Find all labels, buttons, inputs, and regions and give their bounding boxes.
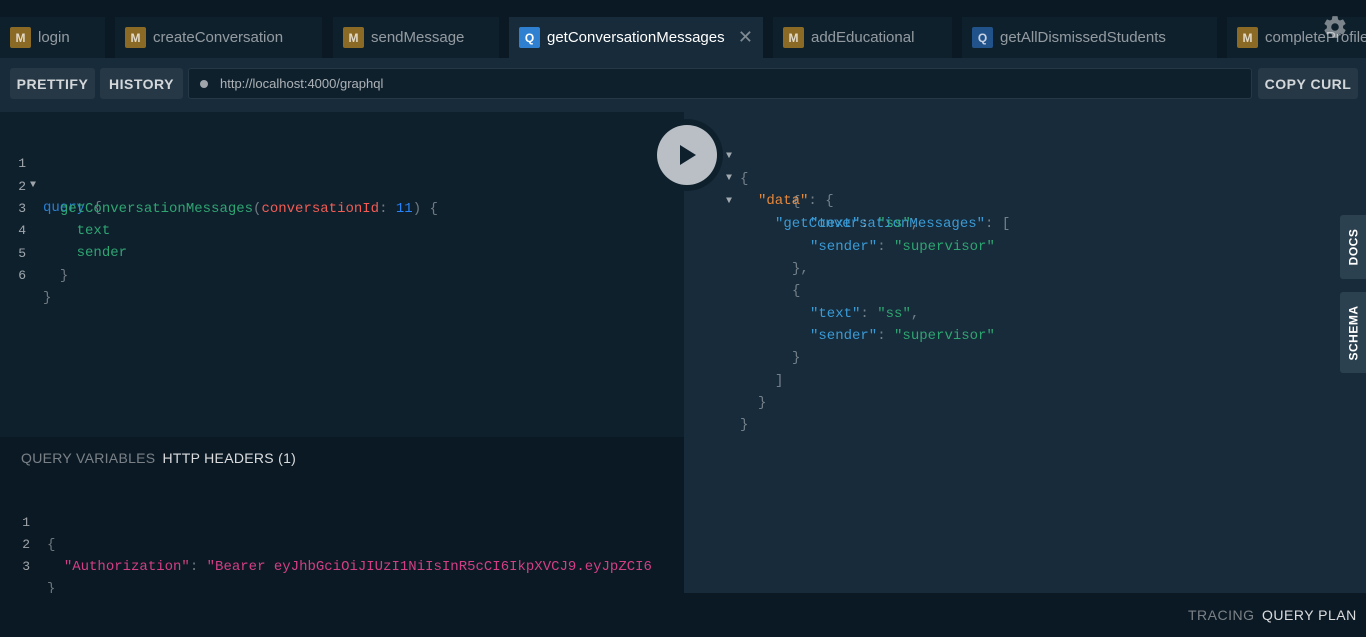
code-line: 1 ▼ query {	[0, 131, 680, 216]
code-line: 2 getConversationMessages(conversationId…	[0, 154, 680, 217]
query-editor[interactable]: 1 ▼ query { 2 getConversationMessages(co…	[0, 112, 684, 437]
docs-side-tab[interactable]: DOCS	[1340, 215, 1366, 279]
execute-query-button[interactable]	[651, 119, 723, 191]
sender-value: "supervisor"	[894, 328, 995, 344]
sender-key: "sender"	[810, 328, 878, 344]
tab-label: createConversation	[153, 29, 284, 46]
brace: {	[740, 171, 749, 187]
bracket: : [	[985, 216, 1011, 232]
footer-bar: TRACING QUERY PLAN	[0, 593, 1366, 637]
code-line: 5 }	[0, 221, 680, 284]
result-line: }	[740, 414, 748, 436]
tab-label: login	[38, 29, 70, 46]
brace: }	[43, 290, 52, 306]
history-button[interactable]: HISTORY	[100, 68, 183, 99]
header-value: "Bearer eyJhbGciOiJIUzI1NiIsInR5cCI6IkpX…	[206, 559, 652, 575]
toolbar: PRETTIFY HISTORY http://localhost:4000/g…	[0, 58, 1366, 112]
text-key: "text"	[810, 216, 861, 232]
variables-panel: QUERY VARIABLES HTTP HEADERS (1) 1 { 2 "A…	[0, 437, 684, 593]
docs-label: DOCS	[1346, 228, 1361, 266]
text-value: "ss"	[877, 306, 911, 322]
tab-getConversationMessages[interactable]: Q getConversationMessages ✕	[509, 17, 763, 58]
brace: {	[792, 283, 801, 299]
prettify-button[interactable]: PRETTIFY	[10, 68, 95, 99]
result-line: "text": "ss",	[810, 216, 920, 232]
schema-label: SCHEMA	[1346, 304, 1361, 361]
mutation-badge: M	[1237, 27, 1258, 48]
fold-arrow-icon[interactable]: ▼	[726, 191, 732, 213]
bracket: ]	[775, 373, 784, 389]
mutation-badge: M	[125, 27, 146, 48]
code-line: 1 {	[0, 490, 684, 553]
line-number: 6	[18, 268, 26, 283]
query-badge: Q	[519, 27, 540, 48]
brace: }	[792, 350, 801, 366]
result-line: }	[758, 392, 766, 414]
query-badge: Q	[972, 27, 993, 48]
schema-side-tab[interactable]: SCHEMA	[1340, 292, 1366, 373]
fold-arrow-icon[interactable]: ▼	[726, 168, 732, 190]
mutation-badge: M	[343, 27, 364, 48]
result-line: "sender": "supervisor"	[810, 328, 995, 344]
sender-value: "supervisor"	[894, 239, 995, 255]
text-value: "ss"	[877, 216, 911, 232]
brace: : {	[808, 193, 834, 209]
tab-query-variables[interactable]: QUERY VARIABLES	[21, 450, 155, 466]
fold-arrow-icon[interactable]: ▼	[726, 146, 732, 168]
mutation-badge: M	[783, 27, 804, 48]
tab-label: addEducational	[811, 29, 915, 46]
code-line: 6 }	[0, 243, 680, 306]
endpoint-url-text: http://localhost:4000/graphql	[220, 76, 384, 91]
tab-getAllDismissedStudents[interactable]: Q getAllDismissedStudents	[962, 17, 1217, 58]
results-panel: ▼ { ▼ "data": { ▼ "getConversationMessag…	[684, 112, 1366, 593]
result-line: "sender": "supervisor"	[810, 239, 995, 255]
tab-bar: M login M createConversation M sendMessa…	[0, 0, 1366, 58]
code-line: 2 "Authorization": "Bearer eyJhbGciOiJIU…	[0, 512, 684, 575]
brace: },	[792, 261, 809, 277]
close-icon[interactable]: ✕	[738, 27, 753, 47]
result-line: "text": "ss",	[810, 306, 920, 322]
data-key: "data"	[758, 193, 809, 209]
mutation-badge: M	[10, 27, 31, 48]
sender-key: "sender"	[810, 239, 878, 255]
result-line: }	[792, 347, 800, 369]
result-line: },	[792, 258, 809, 280]
tab-addEducational[interactable]: M addEducational	[773, 17, 952, 58]
play-icon	[657, 125, 717, 185]
copy-curl-button[interactable]: COPY CURL	[1258, 68, 1358, 99]
brace: {	[792, 194, 801, 210]
brace: }	[47, 581, 56, 593]
code-line: 3 text	[0, 176, 680, 239]
tab-createConversation[interactable]: M createConversation	[115, 17, 322, 58]
gear-icon[interactable]	[1322, 14, 1348, 40]
tab-label: completeProfile	[1265, 29, 1366, 46]
header-key: "Authorization"	[63, 559, 190, 575]
tab-label: sendMessage	[371, 29, 465, 46]
tab-sendMessage[interactable]: M sendMessage	[333, 17, 499, 58]
tab-login[interactable]: M login	[0, 17, 105, 58]
endpoint-url-input[interactable]: http://localhost:4000/graphql	[188, 68, 1252, 99]
text-key: "text"	[810, 306, 861, 322]
code-line: 3 }	[0, 534, 684, 593]
query-plan-button[interactable]: QUERY PLAN	[1262, 607, 1357, 623]
brace: }	[758, 395, 767, 411]
tracing-button[interactable]: TRACING	[1188, 607, 1255, 623]
code-line: 4 sender	[0, 198, 680, 261]
tab-label: getConversationMessages	[547, 29, 725, 46]
tab-label: getAllDismissedStudents	[1000, 29, 1166, 46]
tab-http-headers[interactable]: HTTP HEADERS (1)	[162, 450, 296, 466]
line-number: 3	[22, 559, 30, 574]
status-dot-icon	[200, 79, 208, 88]
brace: }	[59, 268, 69, 284]
result-line: {	[792, 191, 800, 213]
result-line: {	[792, 280, 800, 302]
result-line: ]	[775, 370, 783, 392]
brace: }	[740, 417, 749, 433]
